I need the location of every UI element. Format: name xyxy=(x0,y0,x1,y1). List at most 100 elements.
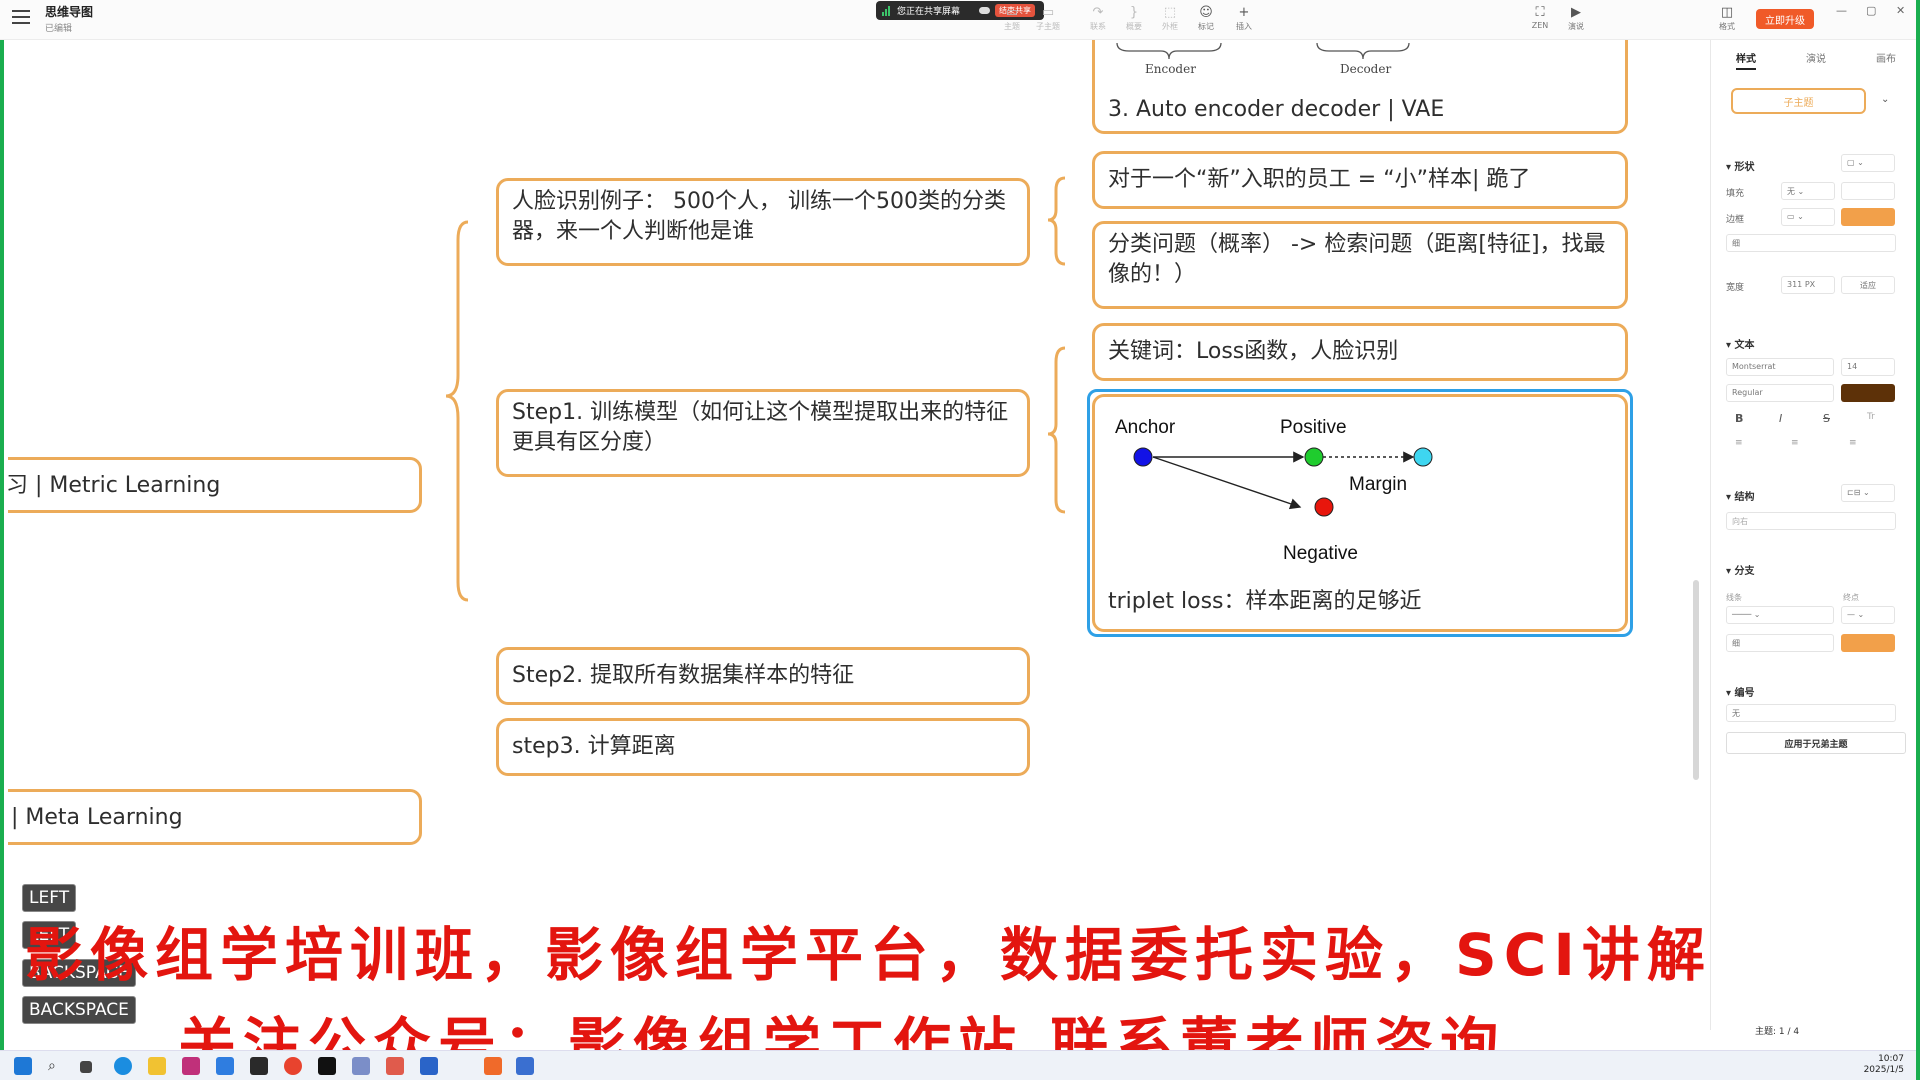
search-icon[interactable]: ⌕ xyxy=(48,1057,66,1075)
app-icon[interactable] xyxy=(182,1057,200,1075)
toolbar-present[interactable]: ▶ 演说 xyxy=(1558,6,1594,32)
toolbar-subtopic[interactable]: ▭ 子主题 xyxy=(1030,6,1066,32)
line-label: 线条 xyxy=(1726,593,1742,602)
branch-weight-select[interactable]: 细 xyxy=(1726,634,1834,652)
font-size-select[interactable]: 14 xyxy=(1841,358,1895,376)
app-icon[interactable] xyxy=(352,1057,370,1075)
topic-step1[interactable]: Step1. 训练模型（如何让这个模型提取出来的特征更具有区分度） xyxy=(496,389,1030,477)
summary-icon: } xyxy=(1129,5,1139,20)
section-shape[interactable]: ▾ 形状 xyxy=(1726,158,1755,173)
topic-classification-to-retrieval[interactable]: 分类问题（概率） -> 检索问题（距离[特征]，找最像的！） xyxy=(1092,221,1628,309)
app-icon[interactable] xyxy=(318,1057,336,1075)
font-weight-select[interactable]: Regular xyxy=(1726,384,1834,402)
border-weight-select[interactable]: 细 xyxy=(1726,234,1896,252)
font-family-select[interactable]: Montserrat xyxy=(1726,358,1834,376)
app-icon[interactable] xyxy=(516,1057,534,1075)
app-icon[interactable] xyxy=(420,1057,438,1075)
topic-new-employee[interactable]: 对于一个“新”入职的员工 = “小”样本| 跪了 xyxy=(1092,151,1628,209)
toolbar-summary[interactable]: } 概要 xyxy=(1116,6,1152,32)
promo-banner-line1: 影像组学培训班，影像组学平台，数据委托实验，SCI讲解 xyxy=(25,921,1712,989)
key-overlay: BACKSPACE xyxy=(22,996,136,1024)
fill-label: 填充 xyxy=(1726,189,1745,199)
topic-count: 主题: 1 / 4 xyxy=(1755,1027,1800,1037)
margin-label: Margin xyxy=(1349,474,1407,495)
share-status-text: 您正在共享屏幕 xyxy=(897,7,961,17)
cloud-icon xyxy=(979,7,991,14)
toolbar-marker[interactable]: ☺ 标记 xyxy=(1188,6,1224,32)
section-numbering[interactable]: ▾ 编号 xyxy=(1726,684,1755,699)
menu-icon[interactable] xyxy=(12,10,30,24)
screen-share-border-left xyxy=(0,0,4,1080)
boundary-icon: ⬚ xyxy=(1163,5,1177,20)
branch-color-swatch[interactable] xyxy=(1841,634,1895,652)
format-panel-icon: ◫ xyxy=(1720,5,1734,20)
section-branch[interactable]: ▾ 分支 xyxy=(1726,562,1755,577)
border-color-swatch[interactable] xyxy=(1841,208,1895,226)
file-explorer-icon[interactable] xyxy=(148,1057,166,1075)
topic-metric-learning[interactable]: 习 | Metric Learning xyxy=(8,457,422,513)
end-label: 终点 xyxy=(1843,593,1859,602)
topic-triplet-loss[interactable]: Anchor Positive Margin Negative triplet … xyxy=(1092,394,1628,632)
mindmap-canvas[interactable]: 习 | Metric Learning | Meta Learning 人脸识别… xyxy=(8,40,1696,1030)
chevron-down-icon[interactable]: ⌄ xyxy=(1881,94,1889,105)
structure-direction-select[interactable]: 向右 xyxy=(1726,512,1896,530)
apply-to-siblings-button[interactable]: 应用于兄弟主题 xyxy=(1726,732,1906,754)
topic-meta-learning[interactable]: | Meta Learning xyxy=(8,789,422,845)
align-right-icon[interactable]: ≡ xyxy=(1849,438,1857,448)
shape-select[interactable]: ▢ ⌄ xyxy=(1841,154,1895,172)
topic-vae[interactable]: Encoder Decoder 3. Auto encoder decoder … xyxy=(1092,40,1628,134)
chrome-icon[interactable] xyxy=(284,1057,302,1075)
close-icon[interactable]: ✕ xyxy=(1896,4,1905,17)
topic-face-recognition-example[interactable]: 人脸识别例子： 500个人， 训练一个500类的分类器，来一个人判断他是谁 xyxy=(496,178,1030,266)
topic-keywords[interactable]: 关键词：Loss函数，人脸识别 xyxy=(1092,323,1628,381)
width-input[interactable]: 311 PX xyxy=(1781,276,1835,294)
vae-title: 3. Auto encoder decoder | VAE xyxy=(1108,97,1445,122)
task-view-icon[interactable] xyxy=(80,1061,92,1073)
border-style-select[interactable]: ▭ ⌄ xyxy=(1781,208,1835,226)
fill-select[interactable]: 无 ⌄ xyxy=(1781,182,1835,200)
topic-step3[interactable]: step3. 计算距离 xyxy=(496,718,1030,776)
topic-step2[interactable]: Step2. 提取所有数据集样本的特征 xyxy=(496,647,1030,705)
branch-line-select[interactable]: ──── ⌄ xyxy=(1726,606,1834,624)
section-structure[interactable]: ▾ 结构 xyxy=(1726,488,1755,503)
xmind-icon[interactable] xyxy=(386,1057,404,1075)
text-color-swatch[interactable] xyxy=(1841,384,1895,402)
vertical-scrollbar[interactable] xyxy=(1693,580,1699,780)
tab-style[interactable]: 样式 xyxy=(1736,46,1756,70)
toolbar-format[interactable]: ◫ 格式 xyxy=(1709,6,1745,32)
numbering-select[interactable]: 无 xyxy=(1726,704,1896,722)
branch-end-select[interactable]: — ⌄ xyxy=(1841,606,1895,624)
tab-canvas[interactable]: 画布 xyxy=(1876,46,1896,70)
align-center-icon[interactable]: ≡ xyxy=(1791,438,1799,448)
app-icon[interactable] xyxy=(250,1057,268,1075)
style-preview-button[interactable]: 子主题 xyxy=(1731,88,1866,114)
upgrade-button[interactable]: 立即升级 xyxy=(1756,9,1814,29)
windows-start-icon[interactable] xyxy=(14,1057,32,1075)
decoder-label: Decoder xyxy=(1340,62,1391,76)
vae-diagram: Encoder Decoder xyxy=(1116,42,1410,76)
toolbar-insert[interactable]: + 插入 xyxy=(1226,6,1262,32)
maximize-icon[interactable]: ▢ xyxy=(1866,4,1876,17)
toolbar-topic[interactable]: ▭ 主题 xyxy=(994,6,1030,32)
structure-icon-select[interactable]: ⊏⊟ ⌄ xyxy=(1841,484,1895,502)
italic-button[interactable]: I xyxy=(1779,412,1782,425)
bold-button[interactable]: B xyxy=(1735,412,1743,425)
fill-color-swatch[interactable] xyxy=(1841,182,1895,200)
text-case-button[interactable]: Tr xyxy=(1867,412,1875,422)
topic-icon: ▭ xyxy=(1005,5,1019,20)
positive-label: Positive xyxy=(1280,417,1347,438)
strikethrough-button[interactable]: S xyxy=(1823,412,1830,425)
anchor-label: Anchor xyxy=(1115,417,1176,438)
save-status: 已编辑 xyxy=(45,24,73,34)
toolbar-zen[interactable]: ⛶ ZEN xyxy=(1522,6,1558,31)
align-left-icon[interactable]: ≡ xyxy=(1735,438,1743,448)
app-icon[interactable] xyxy=(484,1057,502,1075)
edge-icon[interactable] xyxy=(114,1057,132,1075)
section-text[interactable]: ▾ 文本 xyxy=(1726,336,1755,351)
toolbar-boundary[interactable]: ⬚ 外框 xyxy=(1152,6,1188,32)
fit-button[interactable]: 适应 xyxy=(1841,276,1895,294)
tab-present[interactable]: 演说 xyxy=(1806,46,1826,70)
minimize-icon[interactable]: — xyxy=(1836,4,1847,17)
toolbar-relation[interactable]: ↷ 联系 xyxy=(1080,6,1116,32)
app-icon[interactable] xyxy=(216,1057,234,1075)
